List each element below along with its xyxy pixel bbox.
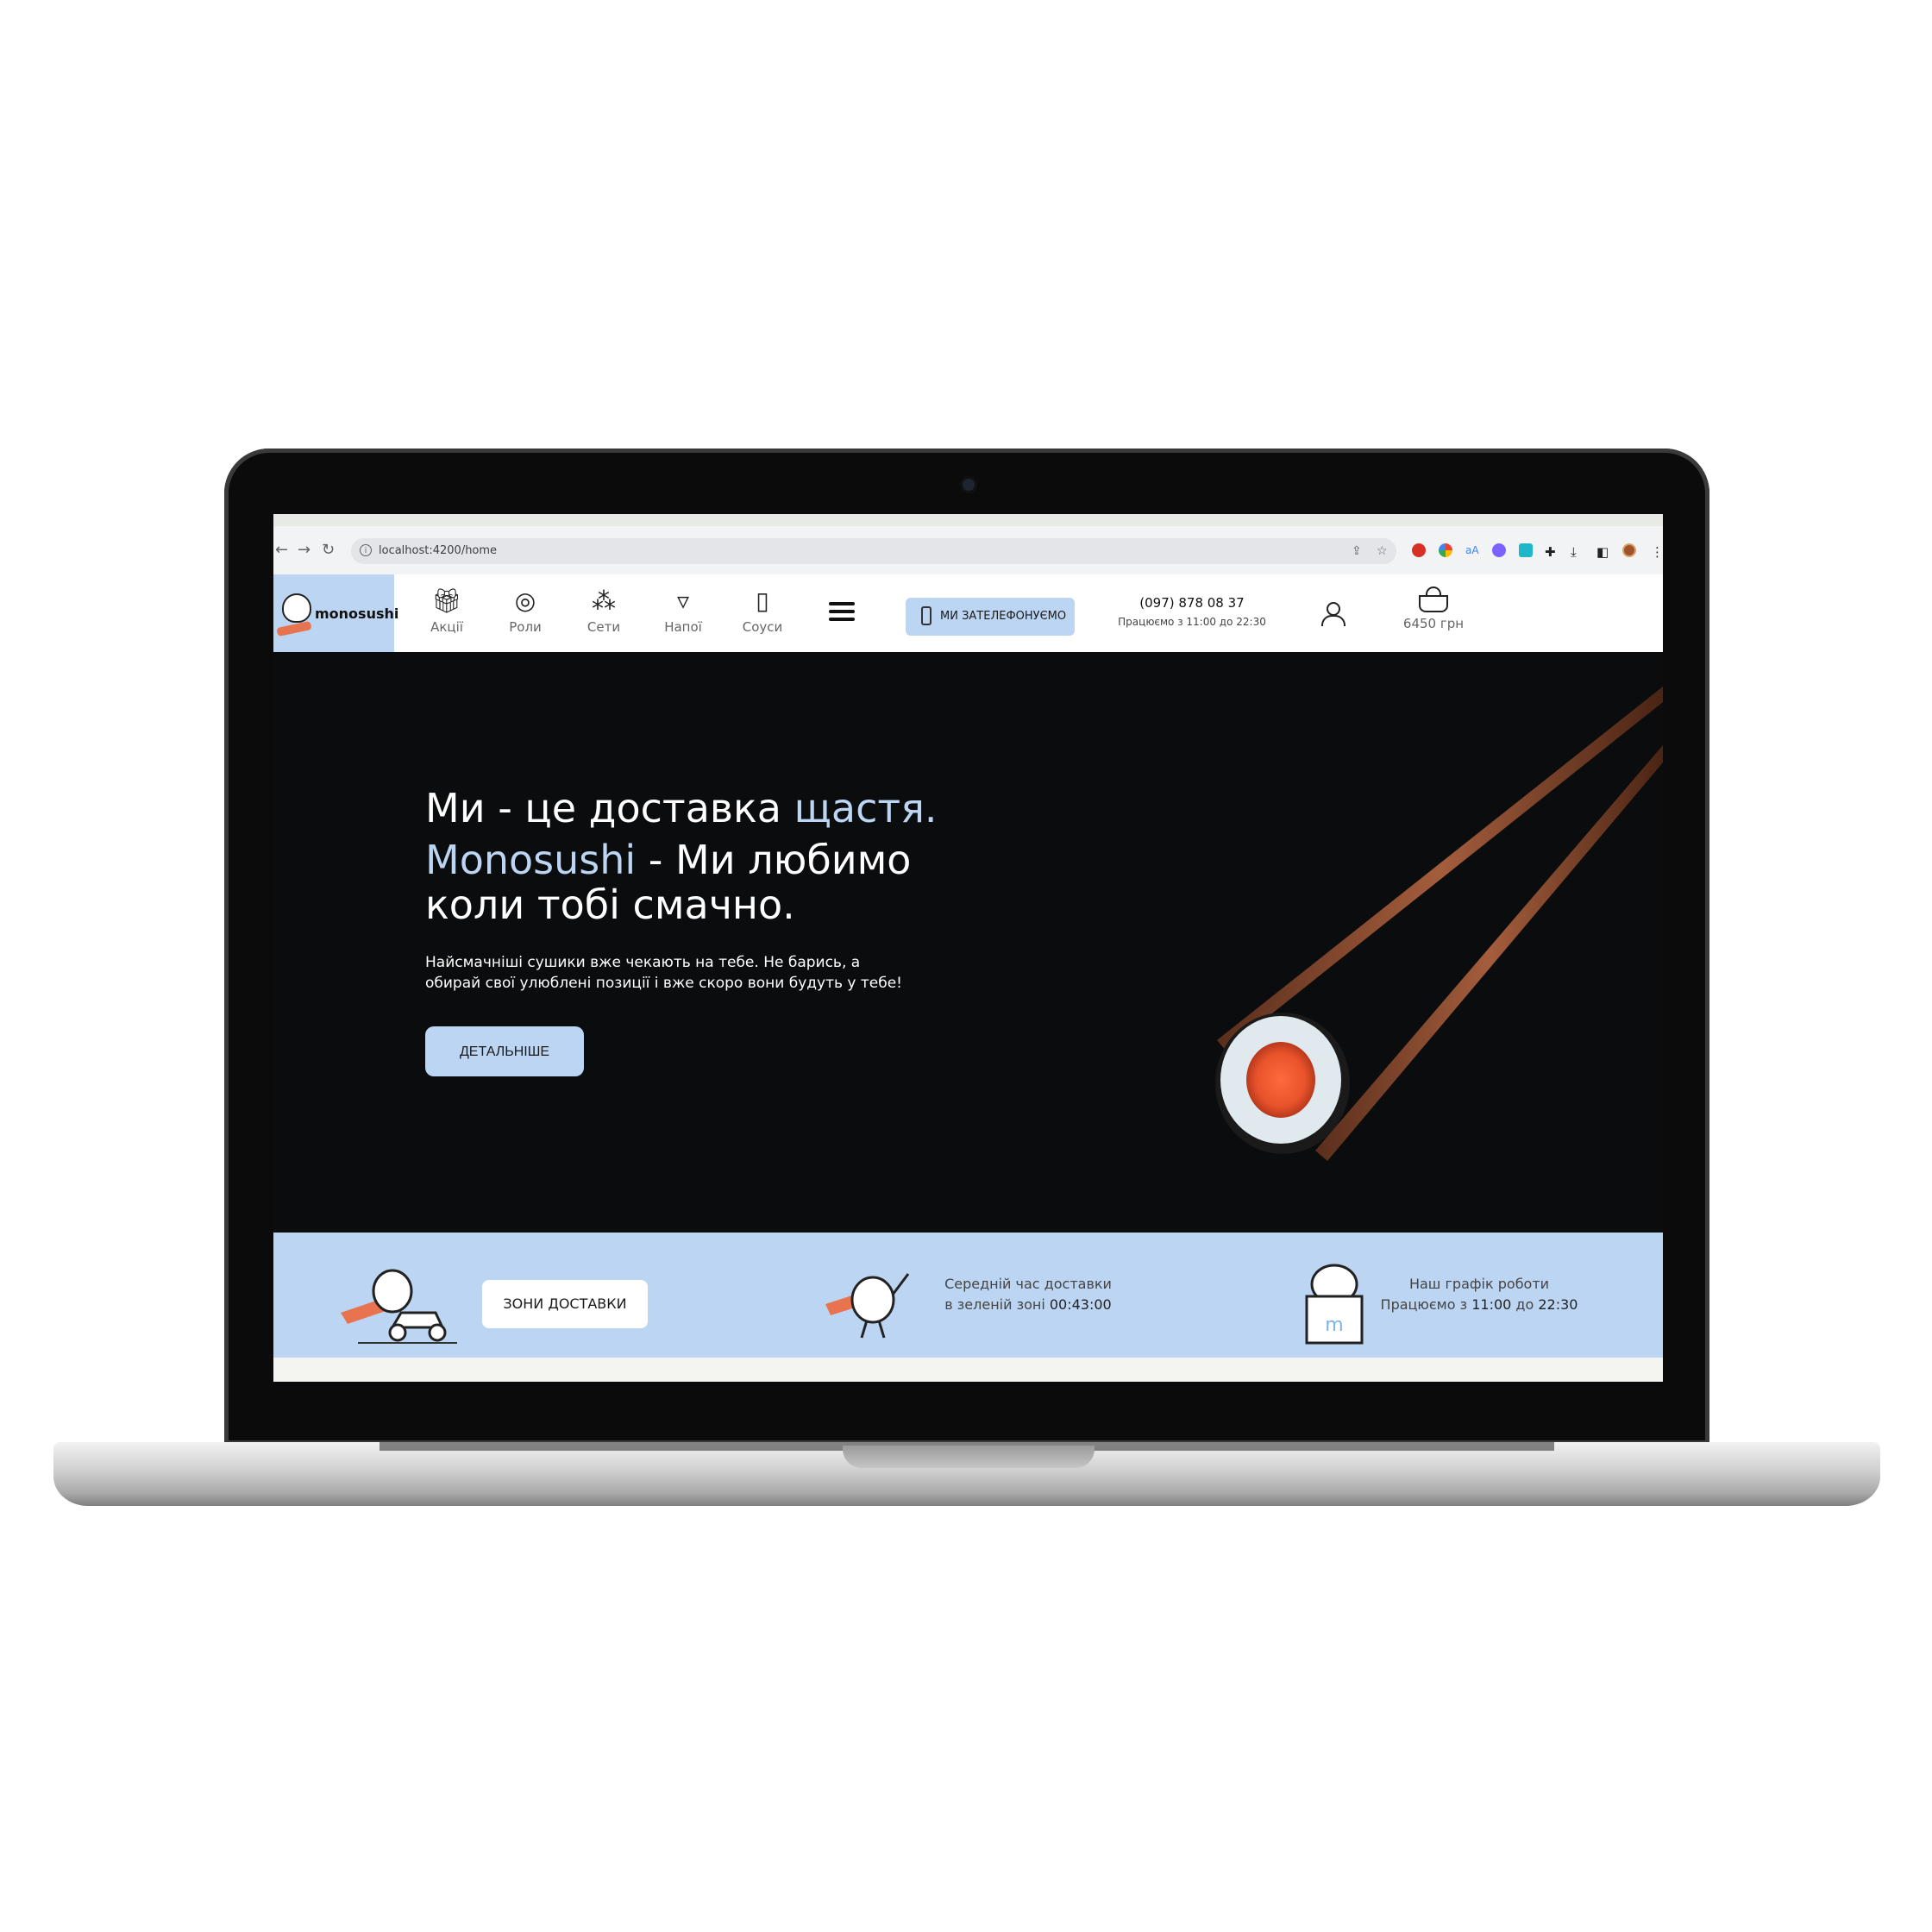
bookmark-star-icon[interactable]: ☆ (1377, 544, 1388, 558)
cart-button[interactable]: 6450 грн (1386, 586, 1481, 631)
delivery-zones-button[interactable]: ЗОНИ ДОСТАВКИ (482, 1280, 648, 1328)
logo-text: monosushi (315, 605, 399, 622)
callback-button-label: МИ ЗАТЕЛЕФОНУЄМО (940, 610, 1067, 623)
nav-item-sets[interactable]: ⁂ Сети (574, 585, 634, 635)
translate-extension-icon[interactable]: аА (1465, 544, 1479, 556)
phone-number[interactable]: (097) 878 08 37 (1127, 595, 1257, 611)
site-header: monosushi 🎁︎ Акції ◎ Роли ⁂ Сети ▿ Напої… (273, 574, 1663, 652)
logo[interactable]: monosushi (273, 574, 398, 652)
basket-icon (1419, 586, 1448, 612)
nav-item-drinks[interactable]: ▿ Напої (653, 585, 713, 635)
profile-avatar[interactable] (1622, 543, 1636, 557)
hero-title-line-2: Monosushi - Ми любимо (425, 837, 911, 883)
sushi-roll-salmon (1246, 1042, 1315, 1118)
svg-text:m: m (1325, 1314, 1343, 1336)
schedule-title: Наш графік роботи (1408, 1276, 1550, 1292)
nav-item-promotions[interactable]: 🎁︎ Акції (417, 585, 477, 635)
browser-menu-icon[interactable]: ⋮ (1651, 544, 1663, 560)
laptop-notch (843, 1446, 1095, 1468)
nav-item-label: Напої (664, 619, 702, 635)
delivery-time-line: в зеленій зоні 00:43:00 (929, 1295, 1127, 1315)
cart-total: 6450 грн (1402, 616, 1465, 631)
bag-mascot-icon: m (1305, 1264, 1364, 1345)
hero-title-line-1: Ми - це доставка щастя. (425, 785, 938, 831)
hero-title-text: - Ми любимо (636, 837, 912, 883)
nav-item-label: Акції (430, 619, 463, 635)
schedule-close-time: 22:30 (1538, 1296, 1578, 1313)
forward-icon[interactable]: → (298, 541, 310, 559)
chopstick-lower (1315, 745, 1663, 1161)
extensions-puzzle-icon[interactable]: ✚ (1545, 544, 1556, 560)
nav-item-label: Сети (586, 619, 621, 635)
working-hours: Працюємо з 11:00 до 22:30 (1118, 616, 1266, 628)
back-icon[interactable]: ← (275, 541, 288, 559)
share-icon[interactable]: ⇪ (1352, 544, 1362, 558)
drink-icon: ▿ (676, 586, 690, 615)
download-icon[interactable]: ⤓ (1571, 544, 1577, 560)
delivery-time-title: Середній час доставки (944, 1276, 1112, 1292)
webcam (963, 479, 975, 491)
schedule-text: Працюємо з (1380, 1296, 1472, 1313)
address-bar[interactable]: i localhost:4200/home ⇪ ☆ (351, 538, 1396, 564)
rolls-icon: ◎ (514, 586, 536, 615)
delivery-time-info: Середній час доставки в зеленій зоні 00:… (929, 1274, 1127, 1315)
nav-item-label: Роли (509, 619, 542, 635)
delivery-time-value: 00:43:00 (1049, 1296, 1112, 1313)
schedule-open-time: 11:00 (1471, 1296, 1512, 1313)
adblock-extension-icon[interactable] (1412, 543, 1426, 557)
delivery-zone-text: в зеленій зоні (944, 1296, 1050, 1313)
chopstick-upper (1217, 687, 1663, 1051)
grid-extension-icon[interactable] (1519, 543, 1533, 557)
callback-button[interactable]: МИ ЗАТЕЛЕФОНУЄМО (906, 598, 1075, 636)
sauce-icon: ▯ (756, 586, 769, 615)
nav-item-rolls[interactable]: ◎ Роли (495, 585, 555, 635)
site-info-icon[interactable]: i (360, 544, 372, 556)
sushi-chopsticks-image (1215, 687, 1663, 1161)
user-account-icon[interactable] (1319, 600, 1346, 626)
schedule-info: Наш графік роботи Працюємо з 11:00 до 22… (1380, 1274, 1578, 1315)
browser-tab-strip (273, 514, 1663, 526)
delivery-scooter-mascot-icon (341, 1269, 457, 1344)
mobile-phone-icon (921, 606, 932, 625)
hero-title-text: Ми - це доставка (425, 785, 794, 831)
url-text: localhost:4200/home (379, 544, 498, 557)
browser-toolbar: ← → ↻ i localhost:4200/home ⇪ ☆ аА ✚ ⤓ ◧… (273, 514, 1663, 574)
side-panel-icon[interactable]: ◧ (1596, 544, 1609, 560)
reload-icon[interactable]: ↻ (322, 541, 335, 559)
hero-title-accent: щастя. (794, 785, 938, 831)
nav-item-label: Соуси (742, 619, 783, 635)
vpn-extension-icon[interactable] (1492, 543, 1506, 557)
color-extension-icon[interactable] (1439, 543, 1452, 557)
schedule-text: до (1511, 1296, 1539, 1313)
sets-icon: ⁂ (592, 586, 616, 615)
hamburger-menu-icon[interactable] (829, 602, 855, 623)
logo-scarf-shape (276, 620, 312, 637)
nav-item-sauces[interactable]: ▯ Соуси (732, 585, 793, 635)
mascot-logo-icon (282, 593, 311, 623)
hero-title-line-3: коли тобі смачно. (425, 881, 795, 928)
hero-subtitle: Найсмачніші сушики вже чекають на тебе. … (425, 954, 902, 992)
details-button[interactable]: ДЕТАЛЬНІШЕ (425, 1026, 584, 1076)
schedule-line: Працюємо з 11:00 до 22:30 (1380, 1295, 1578, 1315)
gift-icon: 🎁︎ (431, 586, 462, 615)
screen: ← → ↻ i localhost:4200/home ⇪ ☆ аА ✚ ⤓ ◧… (273, 514, 1663, 1382)
hero-brand-accent: Monosushi (425, 837, 637, 883)
hero-banner: Ми - це доставка щастя. Monosushi - Ми л… (273, 652, 1663, 1233)
info-strip: ЗОНИ ДОСТАВКИ Середній час доставки в зе… (273, 1233, 1663, 1358)
page-below-fold (273, 1358, 1663, 1382)
running-mascot-icon (825, 1273, 910, 1339)
